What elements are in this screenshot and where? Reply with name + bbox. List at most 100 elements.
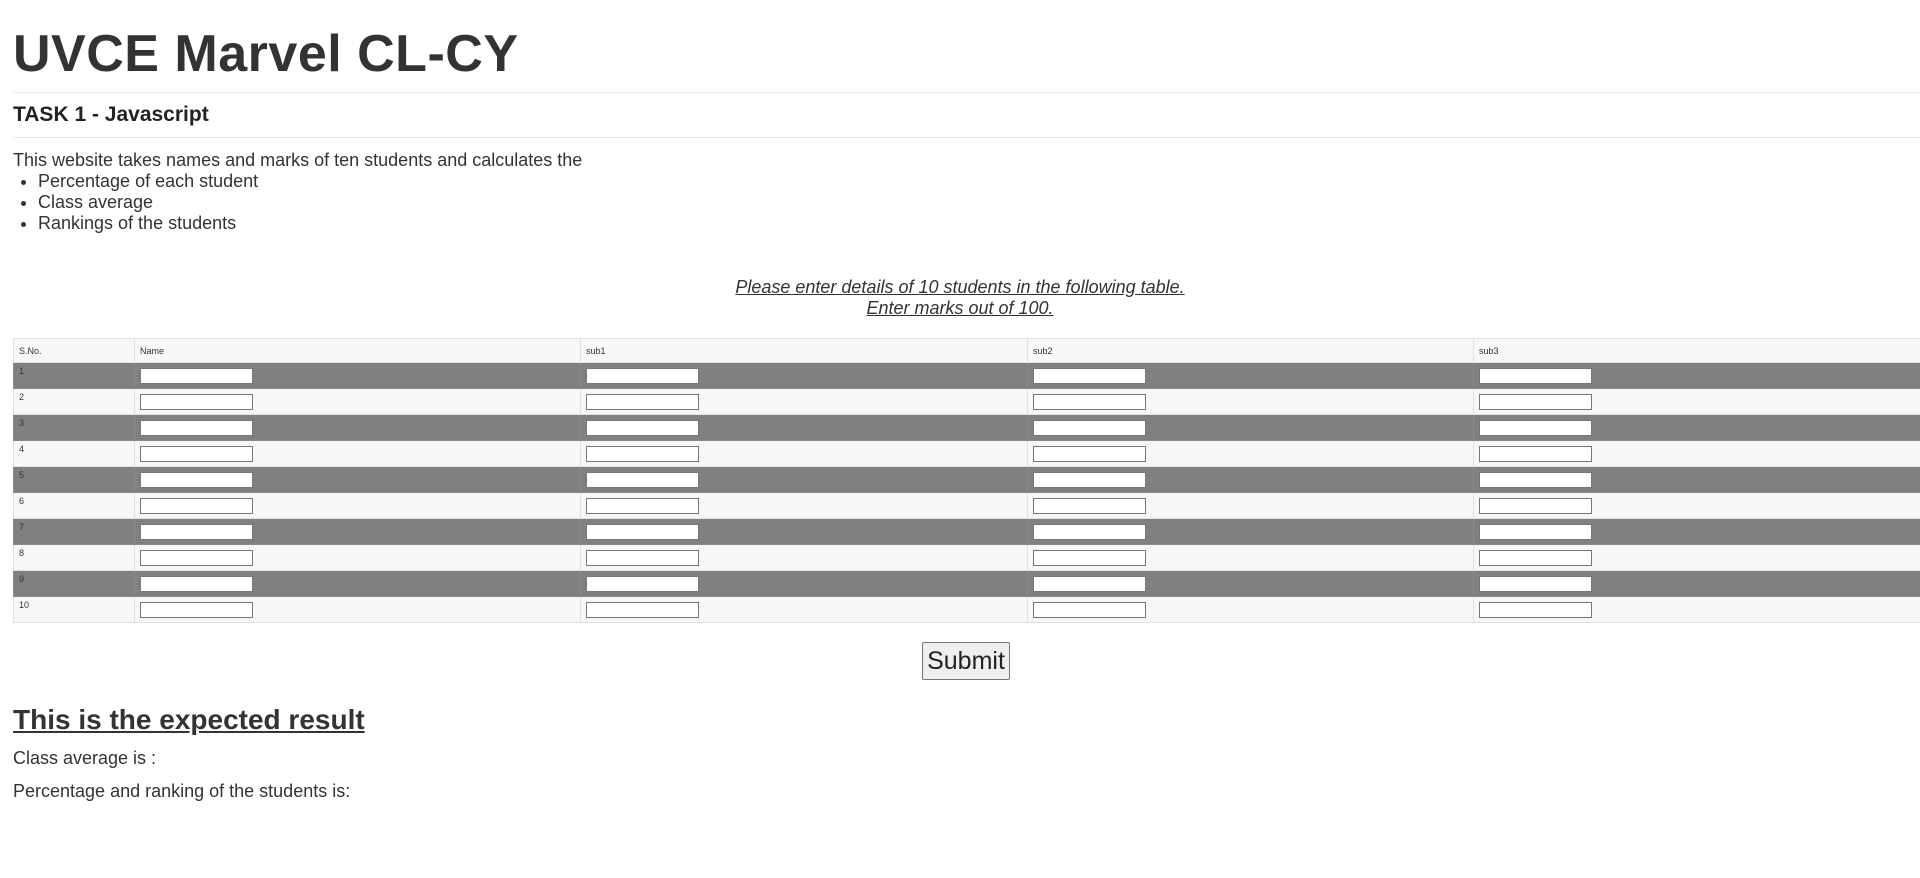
name-input[interactable] xyxy=(140,497,253,514)
sub2-input[interactable] xyxy=(1033,549,1146,566)
task-title: TASK 1 - Javascript xyxy=(13,103,209,126)
row-number: 9 xyxy=(13,570,135,597)
task-divider xyxy=(13,137,1920,138)
cell-name xyxy=(134,466,581,493)
cell-sub3 xyxy=(1473,518,1920,545)
cell-sub2 xyxy=(1027,518,1474,545)
row-number: 6 xyxy=(13,492,135,519)
sub3-input[interactable] xyxy=(1479,601,1592,618)
cell-sub3 xyxy=(1473,388,1920,415)
name-input[interactable] xyxy=(140,523,253,540)
row-number: 2 xyxy=(13,388,135,415)
sub3-input[interactable] xyxy=(1479,471,1592,488)
instructions: Please enter details of 10 students in t… xyxy=(0,277,1920,319)
name-input[interactable] xyxy=(140,419,253,436)
sub1-input[interactable] xyxy=(586,497,699,514)
cell-sub3 xyxy=(1473,596,1920,623)
sub2-input[interactable] xyxy=(1033,393,1146,410)
submit-button[interactable]: Submit xyxy=(922,642,1010,680)
sub3-input[interactable] xyxy=(1479,575,1592,592)
cell-sub2 xyxy=(1027,466,1474,493)
column-header-sub2: sub2 xyxy=(1027,338,1474,363)
table-row: 7 xyxy=(13,518,1920,545)
feature-list: Percentage of each student Class average… xyxy=(13,171,582,234)
table-row: 9 xyxy=(13,570,1920,597)
sub3-input[interactable] xyxy=(1479,523,1592,540)
sub1-input[interactable] xyxy=(586,601,699,618)
cell-sub2 xyxy=(1027,544,1474,571)
name-input[interactable] xyxy=(140,601,253,618)
cell-name xyxy=(134,492,581,519)
sub1-input[interactable] xyxy=(586,471,699,488)
cell-sub1 xyxy=(580,596,1028,623)
header-divider xyxy=(13,92,1920,93)
feature-item-rankings: Rankings of the students xyxy=(38,213,582,234)
cell-name xyxy=(134,518,581,545)
sub3-input[interactable] xyxy=(1479,445,1592,462)
sub1-input[interactable] xyxy=(586,523,699,540)
sub2-input[interactable] xyxy=(1033,445,1146,462)
row-number: 5 xyxy=(13,466,135,493)
column-header-name: Name xyxy=(134,338,581,363)
cell-sub2 xyxy=(1027,388,1474,415)
sub1-input[interactable] xyxy=(586,419,699,436)
sub2-input[interactable] xyxy=(1033,601,1146,618)
row-number: 3 xyxy=(13,414,135,441)
sub1-input[interactable] xyxy=(586,393,699,410)
instructions-line-1: Please enter details of 10 students in t… xyxy=(735,277,1185,297)
sub3-input[interactable] xyxy=(1479,549,1592,566)
sub3-input[interactable] xyxy=(1479,497,1592,514)
sub3-input[interactable] xyxy=(1479,367,1592,384)
sub2-input[interactable] xyxy=(1033,471,1146,488)
class-average-label: Class average is : xyxy=(13,748,157,768)
cell-sub1 xyxy=(580,492,1028,519)
sub2-input[interactable] xyxy=(1033,497,1146,514)
table-row: 6 xyxy=(13,492,1920,519)
marks-table-container: S.No. Name sub1 sub2 sub3 1 2 3 4 5 6 7 8 9 10 xyxy=(13,338,1920,623)
sub3-input[interactable] xyxy=(1479,419,1592,436)
site-title: UVCE Marvel CL-CY xyxy=(13,25,519,83)
row-number: 7 xyxy=(13,518,135,545)
name-input[interactable] xyxy=(140,393,253,410)
table-row: 8 xyxy=(13,544,1920,571)
cell-sub1 xyxy=(580,466,1028,493)
name-input[interactable] xyxy=(140,367,253,384)
cell-name xyxy=(134,596,581,623)
page: UVCE Marvel CL-CY TASK 1 - Javascript Th… xyxy=(0,0,1920,878)
name-input[interactable] xyxy=(140,575,253,592)
cell-name xyxy=(134,440,581,467)
sub3-input[interactable] xyxy=(1479,393,1592,410)
name-input[interactable] xyxy=(140,471,253,488)
cell-name xyxy=(134,362,581,389)
row-number: 8 xyxy=(13,544,135,571)
sub2-input[interactable] xyxy=(1033,523,1146,540)
cell-sub2 xyxy=(1027,570,1474,597)
sub2-input[interactable] xyxy=(1033,367,1146,384)
cell-name xyxy=(134,388,581,415)
marks-table: S.No. Name sub1 sub2 sub3 1 2 3 4 5 6 7 8 9 10 xyxy=(13,338,1920,623)
table-row: 2 xyxy=(13,388,1920,415)
name-input[interactable] xyxy=(140,445,253,462)
cell-sub2 xyxy=(1027,362,1474,389)
table-row: 4 xyxy=(13,440,1920,467)
name-input[interactable] xyxy=(140,549,253,566)
column-header-sub1: sub1 xyxy=(580,338,1028,363)
sub1-input[interactable] xyxy=(586,575,699,592)
sub1-input[interactable] xyxy=(586,549,699,566)
sub1-input[interactable] xyxy=(586,367,699,384)
cell-sub3 xyxy=(1473,570,1920,597)
row-number: 4 xyxy=(13,440,135,467)
cell-sub2 xyxy=(1027,414,1474,441)
column-header-sub3: sub3 xyxy=(1473,338,1920,363)
sub2-input[interactable] xyxy=(1033,419,1146,436)
table-row: 3 xyxy=(13,414,1920,441)
cell-sub3 xyxy=(1473,544,1920,571)
sub1-input[interactable] xyxy=(586,445,699,462)
intro-section: This website takes names and marks of te… xyxy=(13,150,582,234)
sub2-input[interactable] xyxy=(1033,575,1146,592)
result-title: This is the expected result xyxy=(13,704,365,735)
feature-item-percentage: Percentage of each student xyxy=(38,171,582,192)
cell-name xyxy=(134,414,581,441)
table-header-row: S.No. Name sub1 sub2 sub3 xyxy=(13,338,1920,363)
table-row: 5 xyxy=(13,466,1920,493)
